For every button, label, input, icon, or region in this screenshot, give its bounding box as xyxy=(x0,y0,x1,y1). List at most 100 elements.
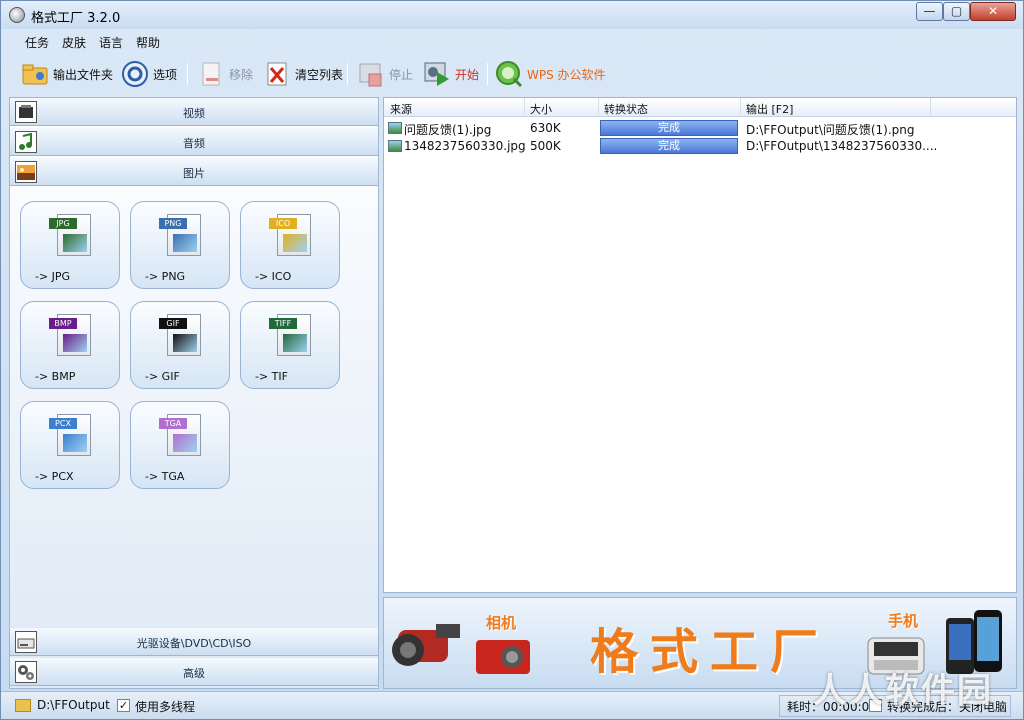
app-window: 格式工厂 3.2.0 — ▢ ✕ 任务 皮肤 语言 帮助 输出文件夹 选项 移除… xyxy=(0,0,1024,720)
image-preview-icon xyxy=(63,234,87,252)
toolbar-separator xyxy=(487,63,488,85)
format-label: -> ICO xyxy=(255,270,292,283)
remove-button[interactable]: 移除 xyxy=(197,59,253,89)
category-advanced[interactable]: 高级 xyxy=(10,658,378,686)
watermark: 人人软件园 xyxy=(813,671,993,711)
format-button-tiff[interactable]: TIFF -> TIF xyxy=(240,301,340,389)
source-cell: 1348237560330.jpg xyxy=(404,139,526,153)
camera-image xyxy=(474,636,532,676)
format-button-pcx[interactable]: PCX -> PCX xyxy=(20,401,120,489)
output-path[interactable]: D:\FFOutput xyxy=(37,698,110,712)
app-logo-icon xyxy=(9,7,25,23)
format-tag: TIFF xyxy=(269,318,297,329)
output-cell: D:\FFOutput\问题反馈(1).png xyxy=(746,123,915,137)
banner-camera-label: 相机 xyxy=(486,614,517,632)
clear-list-icon xyxy=(263,60,291,88)
output-folder-button[interactable]: 输出文件夹 xyxy=(21,59,113,89)
task-list-header: 来源 大小 转换状态 输出 [F2] xyxy=(384,98,1016,117)
menu-bar: 任务 皮肤 语言 帮助 xyxy=(1,31,1023,53)
menu-skin[interactable]: 皮肤 xyxy=(62,34,86,51)
format-tag: TGA xyxy=(159,418,187,429)
format-button-bmp[interactable]: BMP -> BMP xyxy=(20,301,120,389)
format-tag: PCX xyxy=(49,418,77,429)
close-button[interactable]: ✕ xyxy=(970,2,1016,21)
banner-title: 格式工厂 xyxy=(590,624,831,680)
image-preview-icon xyxy=(283,234,307,252)
table-row[interactable]: 问题反馈(1).jpg 630K 完成 D:\FFOutput\问题反馈(1).png xyxy=(384,119,1016,137)
output-cell: D:\FFOutput\1348237560330.... xyxy=(746,139,938,153)
format-label: -> BMP xyxy=(35,370,76,383)
image-preview-icon xyxy=(173,234,197,252)
column-divider xyxy=(598,98,599,117)
category-video[interactable]: 视频 xyxy=(10,98,378,126)
column-divider xyxy=(930,98,931,117)
banner-phone-label: 手机 xyxy=(888,612,919,630)
stop-button[interactable]: 停止 xyxy=(357,59,413,89)
table-row[interactable]: 1348237560330.jpg 500K 完成 D:\FFOutput\13482… xyxy=(384,137,1016,155)
format-label: -> PCX xyxy=(35,470,74,483)
folder-icon[interactable] xyxy=(15,699,31,712)
format-button-gif[interactable]: GIF -> GIF xyxy=(130,301,230,389)
image-file-icon xyxy=(388,140,402,152)
window-title: 格式工厂 3.2.0 xyxy=(31,11,121,26)
folder-icon xyxy=(21,60,49,88)
format-label: -> PNG xyxy=(145,270,186,283)
category-audio[interactable]: 音频 xyxy=(10,128,378,156)
minimize-button[interactable]: — xyxy=(916,2,943,21)
camcorder-image xyxy=(388,616,464,674)
format-tag: PNG xyxy=(159,218,187,229)
title-bar[interactable]: 格式工厂 3.2.0 — ▢ ✕ xyxy=(1,1,1023,29)
function-panel: 视频 音频 图片 JPG -> JPG PNG -> PNG ICO -> ICO BMP -… xyxy=(9,97,379,689)
category-image[interactable]: 图片 xyxy=(10,158,378,186)
multithread-checkbox[interactable]: ✓ xyxy=(117,699,130,712)
image-file-icon xyxy=(388,122,402,134)
size-cell: 630K xyxy=(530,121,561,135)
format-button-ico[interactable]: ICO -> ICO xyxy=(240,201,340,289)
format-tag: JPG xyxy=(49,218,77,229)
stop-icon xyxy=(357,60,385,88)
task-list[interactable]: 来源 大小 转换状态 输出 [F2] 问题反馈(1).jpg 630K 完成 D:\F… xyxy=(383,97,1017,593)
image-preview-icon xyxy=(173,334,197,352)
format-label: -> GIF xyxy=(145,370,180,383)
toolbar-separator xyxy=(347,63,348,85)
status-cell: 完成 xyxy=(600,138,738,154)
category-rom[interactable]: 光驱设备\DVD\CD\ISO xyxy=(10,628,378,656)
toolbar: 输出文件夹 选项 移除 清空列表 停止 开始 WPS 办公软件 xyxy=(1,55,1023,93)
status-cell: 完成 xyxy=(600,120,738,136)
start-button[interactable]: 开始 xyxy=(423,59,479,89)
header-size[interactable]: 大小 xyxy=(530,101,552,117)
start-icon xyxy=(423,60,451,88)
menu-task[interactable]: 任务 xyxy=(25,34,49,51)
maximize-button[interactable]: ▢ xyxy=(943,2,970,21)
wps-button[interactable]: WPS 办公软件 xyxy=(495,59,606,89)
wps-icon xyxy=(495,60,523,88)
format-label: -> TIF xyxy=(255,370,288,383)
clear-list-button[interactable]: 清空列表 xyxy=(263,59,343,89)
format-tag: GIF xyxy=(159,318,187,329)
toolbar-separator xyxy=(187,63,188,85)
image-preview-icon xyxy=(173,434,197,452)
multithread-label: 使用多线程 xyxy=(135,700,196,714)
header-status[interactable]: 转换状态 xyxy=(604,101,648,117)
options-button[interactable]: 选项 xyxy=(121,59,177,89)
image-preview-icon xyxy=(63,434,87,452)
format-button-png[interactable]: PNG -> PNG xyxy=(130,201,230,289)
format-button-tga[interactable]: TGA -> TGA xyxy=(130,401,230,489)
size-cell: 500K xyxy=(530,139,561,153)
format-tag: BMP xyxy=(49,318,77,329)
column-divider xyxy=(524,98,525,117)
options-icon xyxy=(121,60,149,88)
source-cell: 问题反馈(1).jpg xyxy=(404,123,492,137)
header-output[interactable]: 输出 [F2] xyxy=(746,101,793,117)
format-label: -> JPG xyxy=(35,270,71,283)
image-preview-icon xyxy=(63,334,87,352)
menu-help[interactable]: 帮助 xyxy=(136,34,160,51)
format-label: -> TGA xyxy=(145,470,185,483)
format-tag: ICO xyxy=(269,218,297,229)
header-source[interactable]: 来源 xyxy=(390,101,412,117)
image-preview-icon xyxy=(283,334,307,352)
menu-language[interactable]: 语言 xyxy=(99,34,123,51)
column-divider xyxy=(740,98,741,117)
remove-icon xyxy=(197,60,225,88)
format-button-jpg[interactable]: JPG -> JPG xyxy=(20,201,120,289)
